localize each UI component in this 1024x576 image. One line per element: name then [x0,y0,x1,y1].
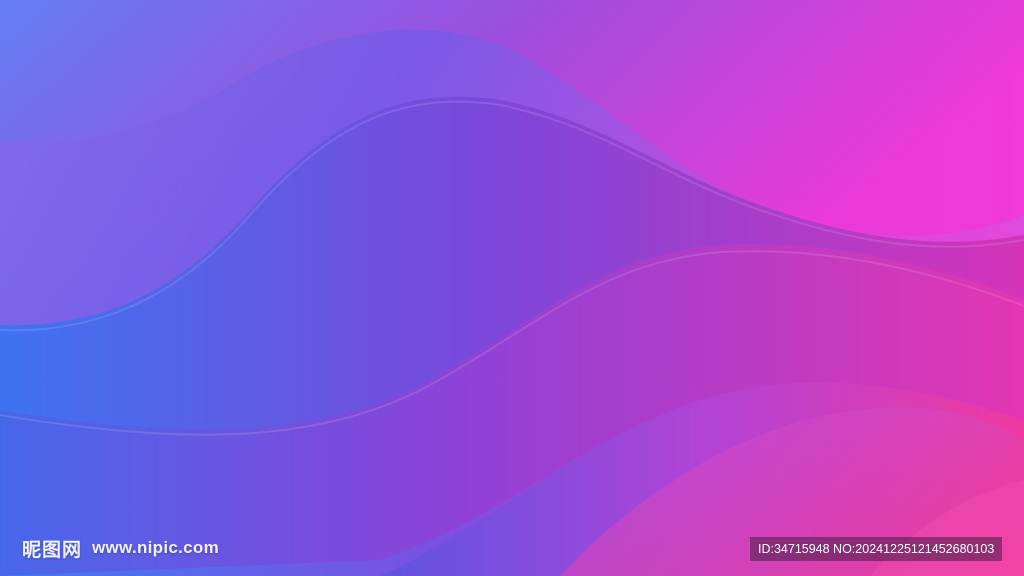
nipic-watermark-logo: 昵图网 www.nipic.com [22,536,220,561]
abstract-wave-background [0,0,1024,576]
watermark-url: www.nipic.com [92,538,220,557]
watermark-logo-chinese: 昵图网 [22,538,83,561]
image-id-text: ID:34715948 NO:20241225121452680103 [758,542,995,556]
image-id-label: ID:34715948 NO:20241225121452680103 [750,537,1003,561]
